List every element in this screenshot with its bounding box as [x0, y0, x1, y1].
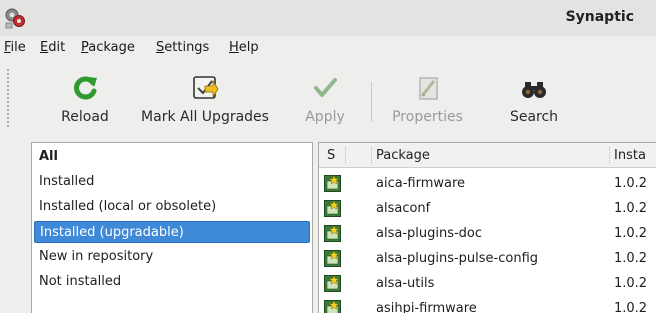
search-button[interactable]: Search — [497, 66, 571, 132]
table-row[interactable]: alsa-utils 1.0.2 — [319, 272, 656, 297]
column-divider[interactable] — [345, 147, 347, 163]
mark-upgrades-icon — [193, 76, 219, 99]
table-row[interactable]: alsaconf 1.0.2 — [319, 197, 656, 222]
filter-list: All Installed Installed (local or obsole… — [31, 142, 313, 313]
filter-item-all[interactable]: All — [34, 146, 310, 168]
installed-version: 1.0.2 — [614, 226, 648, 241]
mark-all-upgrades-label: Mark All Upgrades — [141, 109, 269, 125]
package-name: asihpi-firmware — [376, 301, 477, 313]
binoculars-icon — [522, 82, 546, 98]
menu-settings[interactable]: Settings — [156, 40, 209, 55]
column-divider[interactable] — [609, 147, 611, 163]
toolbar-separator — [371, 82, 372, 122]
filter-item-installed-local-obsolete[interactable]: Installed (local or obsolete) — [34, 196, 310, 218]
window-title: Synaptic — [565, 9, 634, 25]
upgradable-package-icon[interactable] — [324, 200, 341, 217]
table-row[interactable]: aica-firmware 1.0.2 — [319, 172, 656, 197]
search-label: Search — [509, 109, 559, 125]
properties-button[interactable]: Properties — [380, 66, 475, 132]
synaptic-window: Synaptic File Edit Package Settings Help… — [0, 0, 656, 313]
properties-label: Properties — [392, 109, 463, 125]
installed-version: 1.0.2 — [614, 251, 648, 266]
upgradable-package-icon[interactable] — [324, 225, 341, 242]
column-header-status[interactable]: S — [327, 148, 335, 163]
apply-label: Apply — [305, 109, 345, 125]
title-bar[interactable]: Synaptic — [0, 0, 656, 36]
toolbar: Reload Mark All Upgrades Apply Propertie… — [0, 62, 656, 138]
filter-item-new-in-repository[interactable]: New in repository — [34, 246, 310, 268]
package-name: aica-firmware — [376, 176, 466, 191]
table-row[interactable]: asihpi-firmware 1.0.2 — [319, 297, 656, 313]
installed-version: 1.0.2 — [614, 301, 648, 313]
reload-button[interactable]: Reload — [50, 66, 120, 132]
column-header-installed-version[interactable]: Insta — [614, 148, 646, 163]
filter-item-not-installed[interactable]: Not installed — [34, 271, 310, 293]
toolbar-grip[interactable] — [6, 68, 10, 128]
mark-all-upgrades-button[interactable]: Mark All Upgrades — [132, 66, 278, 132]
installed-version: 1.0.2 — [614, 276, 648, 291]
upgradable-package-icon[interactable] — [324, 275, 341, 292]
package-name: alsa-utils — [376, 276, 435, 291]
table-row[interactable]: alsa-plugins-pulse-config 1.0.2 — [319, 247, 656, 272]
reload-label: Reload — [61, 109, 109, 125]
table-header: S Package Insta — [319, 143, 656, 168]
menu-help[interactable]: Help — [229, 40, 259, 55]
apply-button[interactable]: Apply — [297, 66, 353, 132]
upgradable-package-icon[interactable] — [324, 300, 341, 313]
menu-edit[interactable]: Edit — [40, 40, 65, 55]
package-name: alsa-plugins-pulse-config — [376, 251, 539, 266]
apply-checkmark-icon — [314, 78, 337, 97]
filter-item-installed[interactable]: Installed — [34, 171, 310, 193]
installed-version: 1.0.2 — [614, 201, 648, 216]
upgradable-package-icon[interactable] — [324, 250, 341, 267]
table-row[interactable]: alsa-plugins-doc 1.0.2 — [319, 222, 656, 247]
column-divider[interactable] — [371, 147, 373, 163]
package-name: alsaconf — [376, 201, 431, 216]
filter-item-installed-upgradable[interactable]: Installed (upgradable) — [34, 221, 310, 243]
properties-icon — [418, 77, 438, 100]
reload-icon — [74, 76, 97, 100]
installed-version: 1.0.2 — [614, 176, 648, 191]
package-table: S Package Insta aica-firmware 1.0.2 alsaco… — [318, 142, 656, 313]
column-header-package[interactable]: Package — [376, 148, 430, 163]
upgradable-package-icon[interactable] — [324, 175, 341, 192]
package-name: alsa-plugins-doc — [376, 226, 483, 241]
menu-package[interactable]: Package — [81, 40, 135, 55]
menu-bar: File Edit Package Settings Help — [0, 38, 656, 60]
synaptic-icon[interactable] — [3, 6, 27, 30]
menu-file[interactable]: File — [4, 40, 26, 55]
